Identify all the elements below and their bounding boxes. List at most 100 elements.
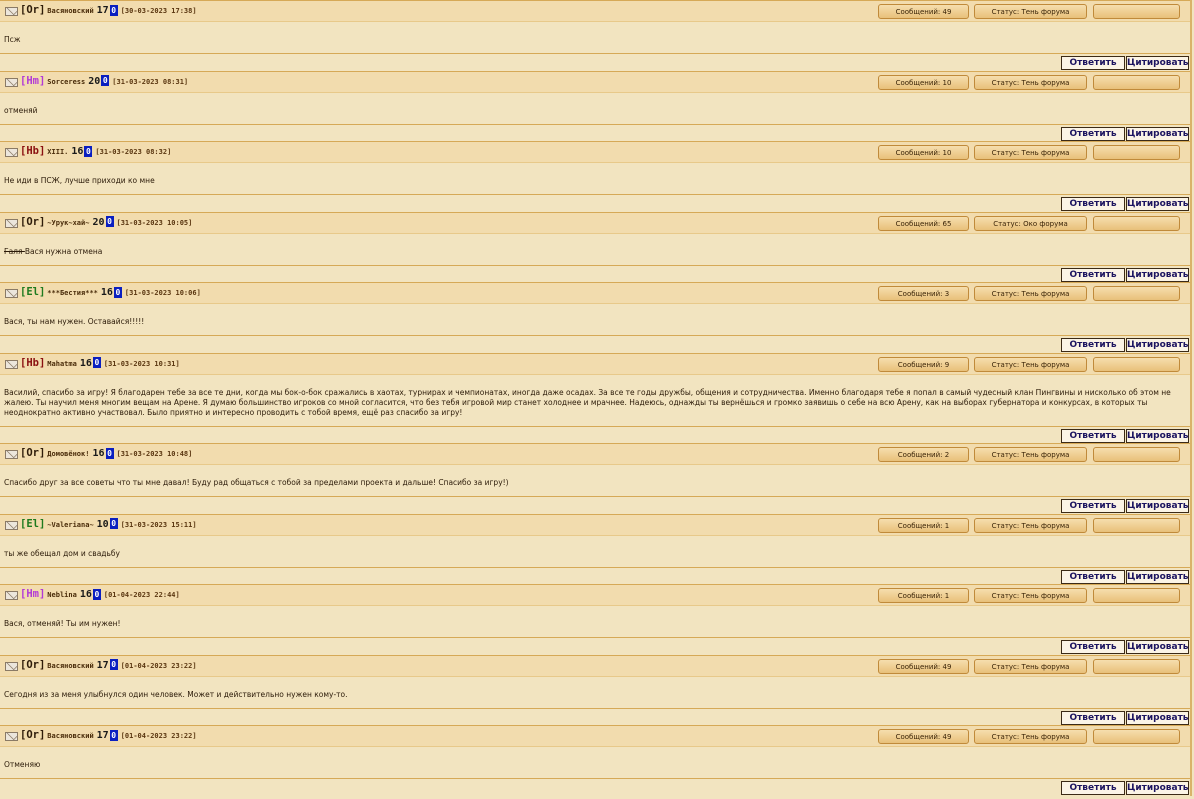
clan-tag[interactable]: [Or] — [20, 4, 45, 16]
user-status: Статус: Тень форума — [974, 729, 1087, 744]
messages-count: Сообщений: 49 — [878, 4, 969, 19]
post-date: [30-03-2023 17:38] — [120, 7, 197, 15]
author-nick[interactable]: ***Бестия*** — [47, 289, 98, 297]
forum-post: [Hm] Sorceress 20 0 [31-03-2023 08:31] Сообщ… — [0, 70, 1190, 142]
author-nick[interactable]: XIII. — [47, 148, 68, 156]
author-nick[interactable]: Васяновский — [47, 7, 93, 15]
info-icon[interactable]: 0 — [113, 286, 122, 298]
envelope-icon[interactable] — [5, 520, 18, 530]
author-level: 17 — [96, 730, 109, 741]
info-icon[interactable]: 0 — [109, 659, 118, 670]
author-nick[interactable]: Mahatma — [47, 360, 77, 368]
clan-tag[interactable]: [Hm] — [20, 75, 45, 87]
post-header: [Or] Васяновский 17 0 [01-04-2023 23:22] Соо… — [0, 725, 1190, 747]
reply-button[interactable]: Ответить — [1061, 338, 1125, 352]
author-nick[interactable]: ~Valeriana~ — [47, 521, 93, 529]
clan-tag[interactable]: [El] — [20, 286, 45, 298]
messages-count: Сообщений: 10 — [878, 145, 969, 160]
author-nick[interactable]: Васяновский — [47, 662, 93, 670]
quote-button[interactable]: Цитировать — [1126, 569, 1189, 584]
clan-tag[interactable]: [Hm] — [20, 588, 45, 600]
author-nick[interactable]: ~Урук~хай~ — [47, 219, 89, 227]
post-footer: Ответить Цитировать — [0, 707, 1190, 725]
post-footer: Ответить Цитировать — [0, 566, 1190, 584]
post-meta: Сообщений: 65 Статус: Око форума — [878, 215, 1180, 231]
info-icon[interactable]: 0 — [105, 447, 114, 459]
reply-button[interactable]: Ответить — [1061, 197, 1125, 211]
author-nick[interactable]: Neblina — [47, 591, 77, 599]
quote-button[interactable]: Цитировать — [1126, 56, 1189, 70]
author-level: 17 — [96, 5, 109, 16]
quote-button[interactable]: Цитировать — [1126, 338, 1189, 352]
forum-post: [Or] ~Урук~хай~ 20 0 [31-03-2023 10:05] Сооб… — [0, 211, 1190, 283]
empty-badge — [1093, 517, 1180, 533]
reply-button[interactable]: Ответить — [1061, 428, 1125, 443]
post-body: ты же обещал дом и свадьбу — [0, 537, 1190, 567]
quote-button[interactable]: Цитировать — [1126, 428, 1189, 443]
info-icon[interactable]: 0 — [84, 145, 93, 157]
clan-tag[interactable]: [Hb] — [20, 145, 45, 157]
messages-count: Сообщений: 1 — [878, 588, 969, 603]
clan-tag[interactable]: [Or] — [20, 659, 45, 671]
envelope-icon[interactable] — [5, 359, 18, 369]
quote-button[interactable]: Цитировать — [1126, 781, 1189, 795]
post-text: Василий, спасибо за игру! Я благодарен т… — [4, 387, 1171, 417]
user-status: Статус: Тень форума — [974, 74, 1087, 90]
reply-button[interactable]: Ответить — [1061, 267, 1125, 282]
post-meta: Сообщений: 2 Статус: Тень форума — [878, 447, 1180, 462]
reply-button[interactable]: Ответить — [1061, 126, 1125, 141]
post-header: [Hm] Neblina 16 0 [01-04-2023 22:44] Сообщен… — [0, 584, 1190, 606]
reply-button[interactable]: Ответить — [1061, 56, 1125, 70]
quote-button[interactable]: Цитировать — [1126, 126, 1189, 141]
reply-button[interactable]: Ответить — [1061, 499, 1125, 513]
clan-tag[interactable]: [Hb] — [20, 357, 45, 369]
author-nick[interactable]: Васяновский — [47, 732, 93, 740]
info-icon[interactable]: 0 — [109, 4, 118, 16]
author-nick[interactable]: Sorceress — [47, 78, 85, 86]
envelope-icon[interactable] — [5, 7, 18, 16]
author-nick[interactable]: Домовёнок! — [47, 450, 89, 458]
quote-button[interactable]: Цитировать — [1126, 640, 1189, 654]
forum-post: [Or] Домовёнок! 16 0 [31-03-2023 10:48] Сооб… — [0, 443, 1190, 514]
quote-button[interactable]: Цитировать — [1126, 499, 1189, 513]
post-body: Василий, спасибо за игру! Я благодарен т… — [0, 376, 1190, 426]
quote-button[interactable]: Цитировать — [1126, 197, 1189, 211]
post-meta: Сообщений: 10 Статус: Тень форума — [878, 145, 1180, 160]
empty-badge — [1093, 658, 1180, 674]
info-icon[interactable]: 0 — [109, 729, 118, 741]
envelope-icon[interactable] — [5, 148, 18, 157]
post-header: [Hb] XIII. 16 0 [31-03-2023 08:32] Сообщений… — [0, 141, 1190, 163]
clan-tag[interactable]: [Or] — [20, 729, 45, 741]
envelope-icon[interactable] — [5, 591, 18, 600]
clan-tag[interactable]: [Or] — [20, 447, 45, 459]
empty-badge — [1093, 286, 1180, 301]
post-date: [31-03-2023 10:48] — [116, 450, 193, 458]
post-author: [Or] ~Урук~хай~ 20 0 [31-03-2023 10:05] — [20, 216, 192, 228]
envelope-icon[interactable] — [5, 289, 18, 298]
info-icon[interactable]: 0 — [92, 357, 101, 368]
quote-button[interactable]: Цитировать — [1126, 267, 1189, 282]
messages-count: Сообщений: 3 — [878, 286, 969, 301]
envelope-icon[interactable] — [5, 661, 18, 671]
reply-button[interactable]: Ответить — [1061, 640, 1125, 654]
author-level: 16 — [71, 146, 84, 157]
forum-post: [El] ~Valeriana~ 10 0 [31-03-2023 15:11] Соо… — [0, 513, 1190, 585]
quote-button[interactable]: Цитировать — [1126, 710, 1189, 725]
reply-button[interactable]: Ответить — [1061, 710, 1125, 725]
clan-tag[interactable]: [El] — [20, 518, 45, 530]
empty-badge — [1093, 74, 1180, 90]
envelope-icon[interactable] — [5, 77, 18, 87]
post-footer: Ответить Цитировать — [0, 335, 1190, 352]
info-icon[interactable]: 0 — [105, 216, 114, 227]
clan-tag[interactable]: [Or] — [20, 216, 45, 228]
info-icon[interactable]: 0 — [101, 75, 110, 86]
info-icon[interactable]: 0 — [109, 518, 118, 529]
info-icon[interactable]: 0 — [92, 588, 101, 600]
envelope-icon[interactable] — [5, 732, 18, 741]
empty-badge — [1093, 356, 1180, 372]
reply-button[interactable]: Ответить — [1061, 569, 1125, 584]
envelope-icon[interactable] — [5, 450, 18, 459]
forum-post: [Or] Васяновский 17 0 [01-04-2023 23:22] Соо… — [0, 654, 1190, 726]
envelope-icon[interactable] — [5, 218, 18, 228]
reply-button[interactable]: Ответить — [1061, 781, 1125, 795]
